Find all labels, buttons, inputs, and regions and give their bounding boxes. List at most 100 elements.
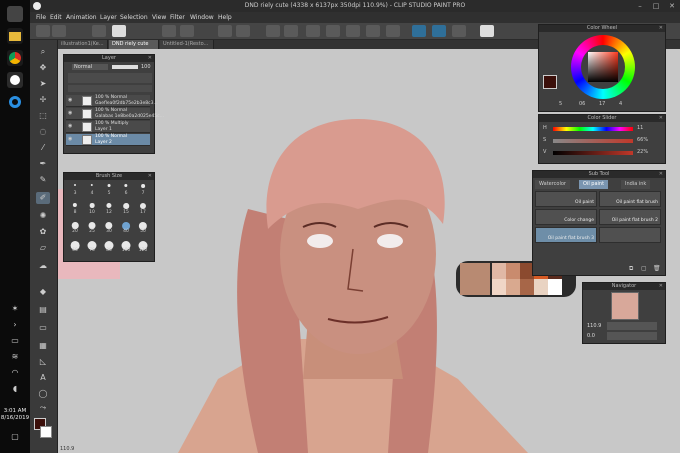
snap-ruler-icon[interactable] xyxy=(412,25,426,37)
eye-icon[interactable]: ◉ xyxy=(68,124,74,129)
menu-window[interactable]: Window xyxy=(190,14,214,21)
blend-mode-select[interactable]: Normal xyxy=(72,64,108,70)
lasso-tool-icon[interactable]: ◌ xyxy=(36,126,50,138)
notifications-icon[interactable]: ▢ xyxy=(9,432,21,442)
brush-size-option[interactable]: 10 xyxy=(85,202,99,215)
clear-icon[interactable] xyxy=(266,25,280,37)
redo-icon[interactable] xyxy=(236,25,250,37)
fill-icon[interactable] xyxy=(180,25,194,37)
tab-india-ink[interactable]: India ink xyxy=(621,180,651,189)
frame-tool-icon[interactable]: ▦ xyxy=(36,340,50,352)
trash-icon[interactable]: 🗑 xyxy=(653,265,661,272)
brush-size-option[interactable]: 25 xyxy=(85,221,99,234)
brush-size-option[interactable]: 70 xyxy=(85,240,99,253)
menu-layer[interactable]: Layer xyxy=(100,14,117,21)
brush-size-option[interactable]: 60 xyxy=(68,240,82,253)
network-icon[interactable]: ≋ xyxy=(9,352,21,362)
eraser-tool-icon[interactable]: ▱ xyxy=(36,242,50,254)
chrome-icon[interactable] xyxy=(7,50,23,66)
decoration-tool-icon[interactable]: ✿ xyxy=(36,226,50,238)
tab-oil-paint[interactable]: Oil paint xyxy=(579,180,609,189)
close-icon[interactable]: ✕ xyxy=(659,283,663,290)
layer-settings-icon[interactable] xyxy=(162,25,176,37)
brush-tool-icon[interactable]: ✐ xyxy=(36,192,50,204)
brush-size-option[interactable]: 6 xyxy=(119,183,133,196)
eyedropper-tool-icon[interactable]: ⁄ xyxy=(36,142,50,154)
open-file-icon[interactable] xyxy=(52,25,66,37)
brush-size-option[interactable]: 7 xyxy=(136,183,150,196)
value-slider[interactable]: V 22% xyxy=(543,149,657,157)
transform-icon[interactable] xyxy=(284,25,298,37)
snap-perspective-icon[interactable] xyxy=(452,25,466,37)
text-tool-icon[interactable]: A xyxy=(36,372,50,384)
windows-start-icon[interactable] xyxy=(7,6,23,22)
fill-bucket-icon[interactable] xyxy=(306,25,320,37)
brush-size-option[interactable]: 3 xyxy=(68,183,82,196)
brush-size-option[interactable]: 8 xyxy=(68,202,82,215)
menu-animation[interactable]: Animation xyxy=(66,14,97,21)
menu-view[interactable]: View xyxy=(152,14,166,21)
help-icon[interactable] xyxy=(480,25,494,37)
eye-icon[interactable]: ◉ xyxy=(68,111,74,116)
brush-size-option[interactable]: 5 xyxy=(102,183,116,196)
saturation-slider[interactable]: S 66% xyxy=(543,137,657,145)
clip-studio-icon[interactable] xyxy=(7,72,23,88)
navigator-preview[interactable] xyxy=(611,292,639,320)
pen-tool-icon[interactable]: ✒ xyxy=(36,158,50,170)
menu-filter[interactable]: Filter xyxy=(170,14,185,21)
close-icon[interactable]: ✕ xyxy=(148,173,152,180)
brush-settings-icon[interactable] xyxy=(112,25,126,37)
brush-size-option[interactable]: 50 xyxy=(136,221,150,234)
selection-tool-icon[interactable]: ⬚ xyxy=(36,110,50,122)
sub-tool-empty-slot[interactable] xyxy=(599,227,661,243)
gradient-tool-icon[interactable]: ▤ xyxy=(36,304,50,316)
brush-size-option[interactable]: 15 xyxy=(119,202,133,215)
tab-watercolor[interactable]: Watercolor xyxy=(535,180,570,189)
tab-dnd-riely-cute[interactable]: DND riely cute xyxy=(109,40,159,49)
correct-line-tool-icon[interactable]: ⤳ xyxy=(36,402,50,414)
brush-size-option[interactable]: 120 xyxy=(136,240,150,253)
save-icon[interactable] xyxy=(92,25,106,37)
close-icon[interactable]: ✕ xyxy=(659,25,663,32)
move-layer-tool-icon[interactable]: ✢ xyxy=(36,94,50,106)
copy-icon[interactable]: ⧉ xyxy=(629,265,633,273)
saturation-value-square[interactable] xyxy=(588,52,618,82)
menu-selection[interactable]: Selection xyxy=(120,14,148,21)
crop-icon[interactable] xyxy=(366,25,380,37)
hue-slider[interactable]: H 11 xyxy=(543,125,657,133)
tab-untitled[interactable]: Untitled-1(Resto... xyxy=(160,40,214,49)
brush-size-option[interactable]: 80 xyxy=(102,240,116,253)
brush-size-option[interactable]: 20 xyxy=(68,221,82,234)
fill-tool-icon[interactable]: ◆ xyxy=(36,286,50,298)
wifi-icon[interactable]: ◠ xyxy=(9,368,21,378)
people-icon[interactable]: ✶ xyxy=(9,304,21,314)
sub-tool-oil-paint-flat-brush-2[interactable]: Oil paint flat brush 2 xyxy=(599,209,661,225)
maximize-icon[interactable]: □ xyxy=(648,0,664,12)
eye-icon[interactable]: ◉ xyxy=(68,98,74,103)
current-color-swatch[interactable] xyxy=(543,75,557,89)
layer-row[interactable]: ◉ 100 % Normal Gaeflea0f2db75e2b3e8c3... xyxy=(66,95,158,107)
brush-size-option[interactable]: 4 xyxy=(85,183,99,196)
menu-help[interactable]: Help xyxy=(218,14,232,21)
grid-icon[interactable] xyxy=(386,25,400,37)
zoom-tool-icon[interactable]: ⌕ xyxy=(36,46,50,58)
menu-edit[interactable]: Edit xyxy=(50,14,62,21)
new-icon[interactable]: ▢ xyxy=(641,265,647,272)
close-icon[interactable]: ✕ xyxy=(148,55,152,62)
invert-selection-icon[interactable] xyxy=(346,25,360,37)
close-icon[interactable]: ✕ xyxy=(659,115,663,122)
ruler-tool-icon[interactable]: ◺ xyxy=(36,356,50,368)
pencil-tool-icon[interactable]: ✎ xyxy=(36,174,50,186)
menu-file[interactable]: File xyxy=(36,14,46,21)
layer-row[interactable]: ◉ 100 % Normal Galabas 1e8be0a2d025e45c.… xyxy=(66,108,164,120)
sub-color-swatch[interactable] xyxy=(40,426,52,438)
eye-icon[interactable]: ◉ xyxy=(68,137,74,142)
volume-icon[interactable]: ◖ xyxy=(9,384,21,394)
layer-row[interactable]: ◉ 100 % Multiply Layer 1 xyxy=(66,121,150,133)
navigator-zoom-controls[interactable] xyxy=(607,322,657,330)
file-explorer-icon[interactable] xyxy=(7,28,23,44)
operation-tool-icon[interactable]: ➤ xyxy=(36,78,50,90)
sub-tool-oil-paint-flat-brush[interactable]: Oil paint flat brush xyxy=(599,191,661,207)
sub-tool-oil-paint-flat-brush-3[interactable]: Oil paint flat brush 3 xyxy=(535,227,597,243)
clock[interactable]: 3:01 AM 8/16/2019 xyxy=(0,408,30,422)
